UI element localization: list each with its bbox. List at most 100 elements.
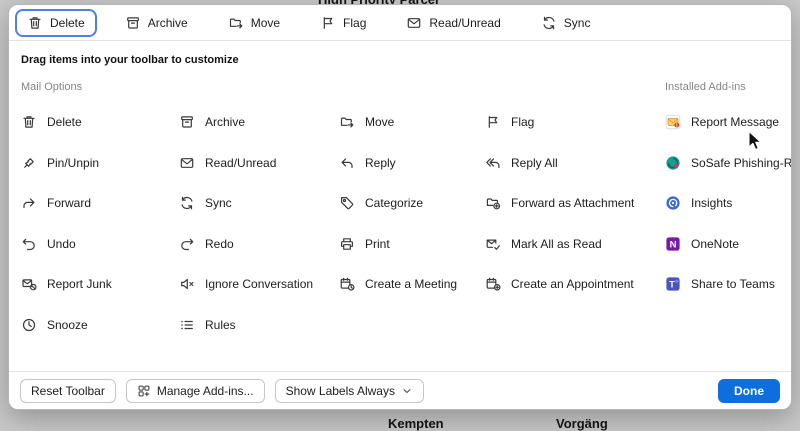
mail-option-create-an-appointment[interactable]: Create an Appointment bbox=[485, 276, 653, 292]
mail-option-flag[interactable]: Flag bbox=[485, 114, 653, 130]
addin-sosafe-phishing-reportin[interactable]: SoSafe Phishing-Reportin bbox=[665, 143, 792, 184]
svg-text:T: T bbox=[669, 280, 675, 290]
mail-check-icon bbox=[485, 236, 501, 252]
addin-onenote[interactable]: N OneNote bbox=[665, 224, 792, 265]
mail-option-read-unread[interactable]: Read/Unread bbox=[179, 155, 339, 171]
mail-option-report-junk[interactable]: Report Junk bbox=[21, 276, 179, 292]
mail-options-title: Mail Options bbox=[21, 81, 653, 94]
mail-icon bbox=[179, 155, 195, 171]
clock-icon bbox=[21, 317, 37, 333]
item-label: Read/Unread bbox=[429, 16, 500, 30]
dialog-footer: Reset Toolbar Manage Add-ins... Show Lab… bbox=[9, 371, 791, 409]
item-label: Rules bbox=[205, 318, 236, 332]
show-labels-value: Show Labels Always bbox=[286, 384, 395, 398]
item-label: Create a Meeting bbox=[365, 277, 457, 291]
sync-icon bbox=[179, 195, 195, 211]
chevron-down-icon bbox=[401, 385, 413, 397]
item-label: Reply All bbox=[511, 156, 558, 170]
mail-option-mark-all-as-read[interactable]: Mark All as Read bbox=[485, 236, 653, 252]
toolbar-item-read-unread[interactable]: Read/Unread bbox=[394, 9, 512, 37]
toolbar-item-archive[interactable]: Archive bbox=[113, 9, 200, 37]
toolbar-item-flag[interactable]: Flag bbox=[308, 9, 378, 37]
junk-icon bbox=[21, 276, 37, 292]
mail-option-ignore-conversation[interactable]: Ignore Conversation bbox=[179, 276, 339, 292]
sosafe-icon bbox=[665, 155, 681, 171]
calendar-plus-icon bbox=[485, 276, 501, 292]
app-toolbar: Delete Archive Move Flag Read/Unread Sync bbox=[9, 5, 791, 41]
item-label: Sync bbox=[564, 16, 591, 30]
reply-all-icon bbox=[485, 155, 501, 171]
item-label: Share to Teams bbox=[691, 277, 775, 291]
item-label: Ignore Conversation bbox=[205, 277, 313, 291]
sync-icon bbox=[541, 15, 557, 31]
item-label: Report Junk bbox=[47, 277, 112, 291]
trash-icon bbox=[21, 114, 37, 130]
item-label: Pin/Unpin bbox=[47, 156, 99, 170]
item-label: OneNote bbox=[691, 237, 739, 251]
toolbar-item-move[interactable]: Move bbox=[216, 9, 292, 37]
mail-options-section: Mail Options Delete Archive Move Flag Pin/Un… bbox=[21, 66, 653, 345]
mail-option-forward[interactable]: Forward bbox=[21, 195, 179, 211]
item-label: Forward bbox=[47, 196, 91, 210]
calendar-clock-icon bbox=[339, 276, 355, 292]
item-label: Categorize bbox=[365, 196, 423, 210]
mail-option-reply[interactable]: Reply bbox=[339, 155, 485, 171]
item-label: Archive bbox=[148, 16, 188, 30]
forward-icon bbox=[21, 195, 37, 211]
mail-option-snooze[interactable]: Snooze bbox=[21, 317, 179, 333]
archive-icon bbox=[179, 114, 195, 130]
mail-option-forward-as-attachment[interactable]: Forward as Attachment bbox=[485, 195, 653, 211]
addin-report-message[interactable]: Report Message bbox=[665, 102, 792, 143]
item-label: Undo bbox=[47, 237, 76, 251]
item-label: Redo bbox=[205, 237, 234, 251]
move-icon bbox=[228, 15, 244, 31]
item-label: Move bbox=[365, 115, 394, 129]
mail-option-categorize[interactable]: Categorize bbox=[339, 195, 485, 211]
installed-addins-list: Report Message SoSafe Phishing-Reportin In… bbox=[665, 102, 792, 305]
item-label: Report Message bbox=[691, 115, 779, 129]
mail-option-rules[interactable]: Rules bbox=[179, 317, 339, 333]
tag-icon bbox=[339, 195, 355, 211]
item-label: Archive bbox=[205, 115, 245, 129]
mail-option-redo[interactable]: Redo bbox=[179, 236, 339, 252]
teams-icon: T bbox=[665, 276, 681, 292]
mail-option-print[interactable]: Print bbox=[339, 236, 485, 252]
drag-instruction: Drag items into your toolbar to customiz… bbox=[21, 54, 779, 66]
toolbar-item-sync[interactable]: Sync bbox=[529, 9, 603, 37]
svg-text:N: N bbox=[670, 239, 677, 250]
onenote-icon: N bbox=[665, 236, 681, 252]
mail-icon bbox=[406, 15, 422, 31]
mail-option-reply-all[interactable]: Reply All bbox=[485, 155, 653, 171]
addin-share-to-teams[interactable]: T Share to Teams bbox=[665, 264, 792, 305]
mail-option-archive[interactable]: Archive bbox=[179, 114, 339, 130]
mail-option-undo[interactable]: Undo bbox=[21, 236, 179, 252]
item-label: Insights bbox=[691, 196, 732, 210]
mail-option-sync[interactable]: Sync bbox=[179, 195, 339, 211]
item-label: Flag bbox=[511, 115, 534, 129]
flag-icon bbox=[485, 114, 501, 130]
toolbar-item-delete[interactable]: Delete bbox=[15, 9, 97, 37]
insights-icon bbox=[665, 195, 681, 211]
printer-icon bbox=[339, 236, 355, 252]
dialog-content: Drag items into your toolbar to customiz… bbox=[9, 41, 791, 345]
item-label: Reply bbox=[365, 156, 396, 170]
mail-options-grid: Delete Archive Move Flag Pin/Unpin Read/Unrea… bbox=[21, 102, 653, 345]
show-labels-dropdown[interactable]: Show Labels Always bbox=[275, 379, 424, 403]
mail-option-pin-unpin[interactable]: Pin/Unpin bbox=[21, 155, 179, 171]
addins-grid-icon bbox=[137, 384, 151, 398]
pin-icon bbox=[21, 155, 37, 171]
rules-icon bbox=[179, 317, 195, 333]
item-label: Print bbox=[365, 237, 390, 251]
mail-option-move[interactable]: Move bbox=[339, 114, 485, 130]
mail-option-delete[interactable]: Delete bbox=[21, 114, 179, 130]
manage-addins-button[interactable]: Manage Add-ins... bbox=[126, 379, 265, 403]
mail-option-create-a-meeting[interactable]: Create a Meeting bbox=[339, 276, 485, 292]
done-button[interactable]: Done bbox=[718, 379, 780, 403]
addin-insights[interactable]: Insights bbox=[665, 183, 792, 224]
redo-icon bbox=[179, 236, 195, 252]
move-icon bbox=[339, 114, 355, 130]
mute-icon bbox=[179, 276, 195, 292]
item-label: Forward as Attachment bbox=[511, 196, 634, 210]
item-label: Mark All as Read bbox=[511, 237, 602, 251]
reset-toolbar-button[interactable]: Reset Toolbar bbox=[20, 379, 116, 403]
